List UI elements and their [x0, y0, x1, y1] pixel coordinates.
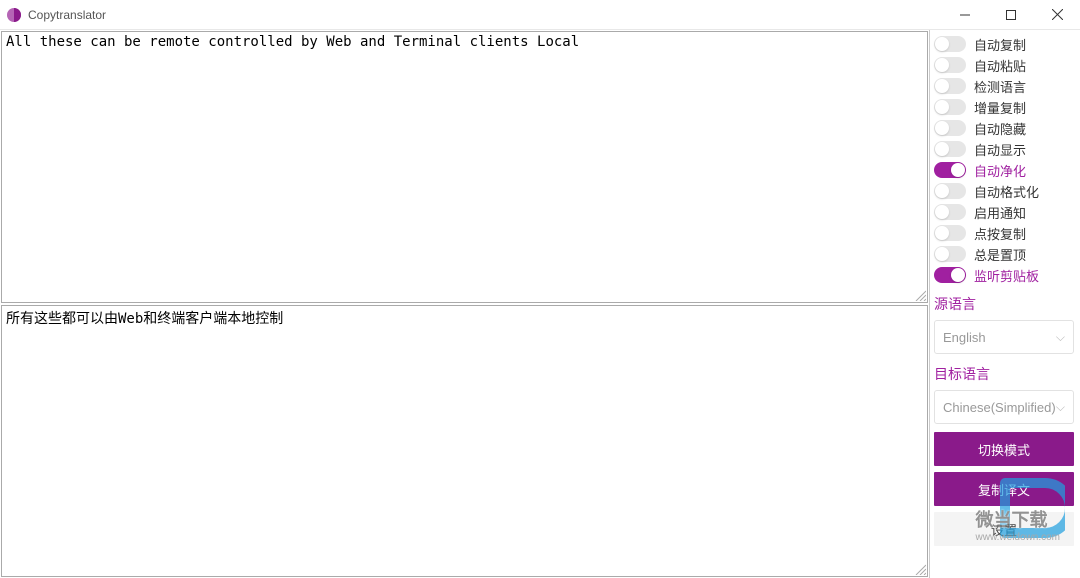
target-textarea[interactable] — [2, 306, 927, 576]
resize-handle-icon[interactable] — [914, 289, 926, 301]
toggle-knob — [935, 79, 949, 93]
toggle-switch[interactable] — [934, 78, 966, 94]
titlebar: Copytranslator — [0, 0, 1080, 30]
toggle-label: 自动隐藏 — [974, 119, 1026, 138]
source-lang-value: English — [943, 330, 986, 345]
switch-mode-button[interactable]: 切换模式 — [934, 432, 1074, 466]
toggle-label: 自动复制 — [974, 35, 1026, 54]
chevron-down-icon: ⌵ — [1056, 400, 1065, 415]
toggle-switch[interactable] — [934, 99, 966, 115]
toggle-knob — [951, 163, 965, 177]
target-lang-select[interactable]: Chinese(Simplified) ⌵ — [934, 390, 1074, 424]
target-lang-value: Chinese(Simplified) — [943, 400, 1056, 415]
settings-button[interactable]: 设置 — [934, 512, 1074, 546]
toggle-row: 检测语言 — [934, 76, 1074, 96]
close-button[interactable] — [1034, 0, 1080, 30]
source-lang-title: 源语言 — [934, 294, 1074, 314]
toggle-label: 自动格式化 — [974, 182, 1039, 201]
source-text-wrap — [1, 31, 928, 303]
toggle-switch[interactable] — [934, 162, 966, 178]
minimize-button[interactable] — [942, 0, 988, 30]
toggle-row: 监听剪贴板 — [934, 265, 1074, 285]
toggle-row: 自动复制 — [934, 34, 1074, 54]
toggle-label: 监听剪贴板 — [974, 266, 1039, 285]
target-lang-title: 目标语言 — [934, 364, 1074, 384]
toggle-knob — [935, 247, 949, 261]
toggle-list: 自动复制自动粘贴检测语言增量复制自动隐藏自动显示自动净化自动格式化启用通知点按复… — [934, 34, 1074, 286]
toggle-label: 增量复制 — [974, 98, 1026, 117]
toggle-knob — [935, 58, 949, 72]
sidebar: 自动复制自动粘贴检测语言增量复制自动隐藏自动显示自动净化自动格式化启用通知点按复… — [930, 30, 1080, 578]
toggle-switch[interactable] — [934, 204, 966, 220]
toggle-knob — [935, 226, 949, 240]
copy-result-button[interactable]: 复制译文 — [934, 472, 1074, 506]
toggle-row: 自动格式化 — [934, 181, 1074, 201]
toggle-switch[interactable] — [934, 120, 966, 136]
toggle-knob — [935, 184, 949, 198]
toggle-switch[interactable] — [934, 57, 966, 73]
toggle-row: 总是置顶 — [934, 244, 1074, 264]
toggle-knob — [935, 205, 949, 219]
toggle-row: 增量复制 — [934, 97, 1074, 117]
text-column — [0, 30, 930, 578]
toggle-switch[interactable] — [934, 36, 966, 52]
toggle-knob — [935, 142, 949, 156]
toggle-switch[interactable] — [934, 183, 966, 199]
toggle-label: 总是置顶 — [974, 245, 1026, 264]
toggle-knob — [935, 37, 949, 51]
toggle-row: 自动显示 — [934, 139, 1074, 159]
toggle-switch[interactable] — [934, 225, 966, 241]
main: 自动复制自动粘贴检测语言增量复制自动隐藏自动显示自动净化自动格式化启用通知点按复… — [0, 30, 1080, 578]
toggle-label: 点按复制 — [974, 224, 1026, 243]
app-title: Copytranslator — [28, 8, 106, 22]
app-icon — [6, 7, 22, 23]
toggle-label: 启用通知 — [974, 203, 1026, 222]
toggle-label: 自动粘贴 — [974, 56, 1026, 75]
window-controls — [942, 0, 1080, 30]
source-lang-select[interactable]: English ⌵ — [934, 320, 1074, 354]
toggle-label: 检测语言 — [974, 77, 1026, 96]
toggle-knob — [951, 268, 965, 282]
toggle-switch[interactable] — [934, 246, 966, 262]
target-text-wrap — [1, 305, 928, 577]
toggle-knob — [935, 100, 949, 114]
resize-handle-icon[interactable] — [914, 563, 926, 575]
toggle-row: 自动粘贴 — [934, 55, 1074, 75]
source-textarea[interactable] — [2, 32, 927, 302]
toggle-row: 自动净化 — [934, 160, 1074, 180]
toggle-label: 自动净化 — [974, 161, 1026, 180]
toggle-switch[interactable] — [934, 141, 966, 157]
toggle-row: 自动隐藏 — [934, 118, 1074, 138]
toggle-switch[interactable] — [934, 267, 966, 283]
maximize-button[interactable] — [988, 0, 1034, 30]
toggle-row: 点按复制 — [934, 223, 1074, 243]
toggle-row: 启用通知 — [934, 202, 1074, 222]
toggle-label: 自动显示 — [974, 140, 1026, 159]
chevron-down-icon: ⌵ — [1056, 330, 1065, 345]
toggle-knob — [935, 121, 949, 135]
